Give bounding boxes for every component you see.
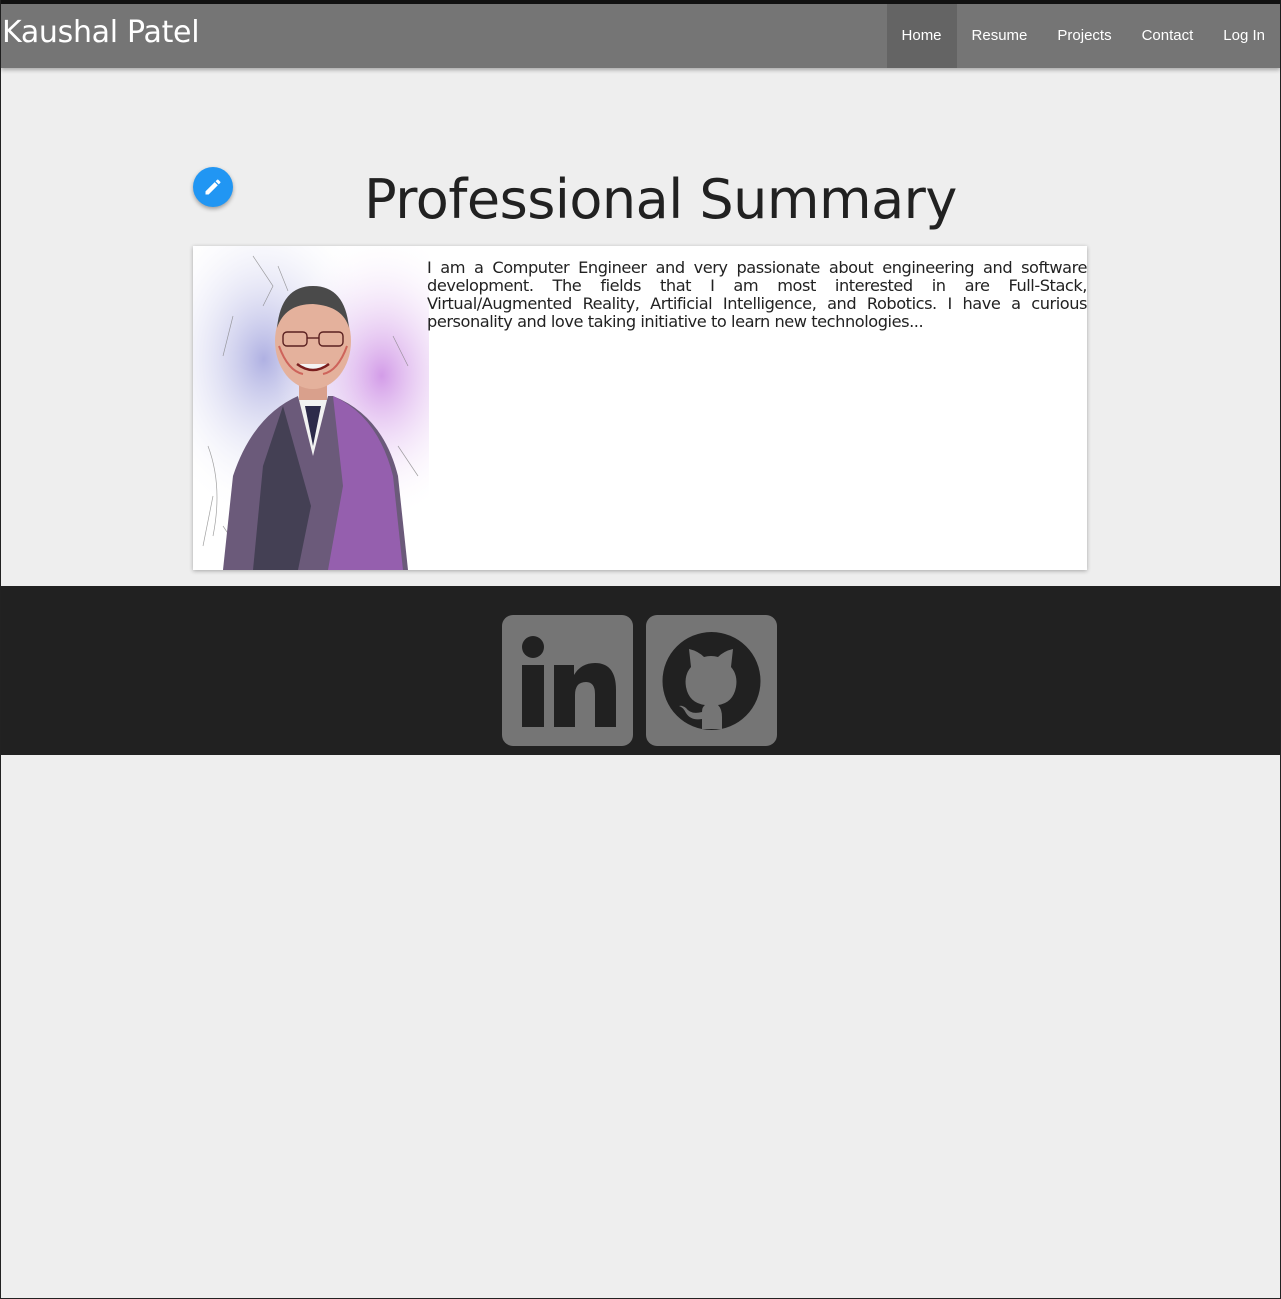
nav-home[interactable]: Home (886, 4, 957, 68)
brand-name[interactable]: Kaushal Patel (2, 15, 200, 50)
nav-login[interactable]: Log In (1208, 4, 1280, 68)
summary-text: I am a Computer Engineer and very passio… (427, 258, 1087, 331)
nav-menu: Home Resume Projects Contact Log In (886, 4, 1280, 68)
nav-projects[interactable]: Projects (1042, 4, 1126, 68)
nav-resume[interactable]: Resume (957, 4, 1043, 68)
page-title: Professional Summary (364, 168, 957, 231)
summary-card: I am a Computer Engineer and very passio… (193, 246, 1087, 570)
github-icon (662, 632, 761, 730)
github-link[interactable] (646, 615, 777, 746)
profile-portrait (193, 246, 429, 570)
top-navbar: Kaushal Patel Home Resume Projects Conta… (1, 0, 1280, 68)
linkedin-link[interactable] (502, 615, 633, 746)
linkedin-icon (522, 636, 616, 727)
nav-contact[interactable]: Contact (1127, 4, 1209, 68)
footer (1, 586, 1280, 755)
